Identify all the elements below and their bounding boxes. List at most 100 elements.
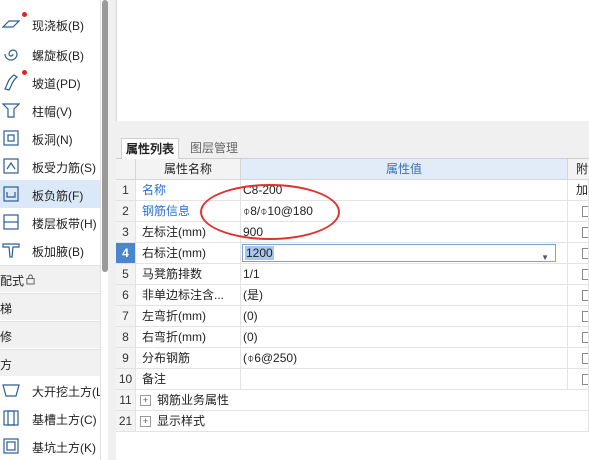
property-name: 备注 (136, 369, 241, 390)
attach-checkbox[interactable] (582, 206, 588, 217)
attach-cell (568, 306, 589, 327)
section-header-decoration[interactable]: 修 (0, 321, 100, 348)
table-row[interactable]: 2 钢筋信息 ⌽8/⌽10@180 (116, 201, 589, 222)
group-label: 显示样式 (157, 414, 206, 428)
chevron-down-icon[interactable]: ▼ (541, 248, 549, 263)
nav-item-slab-hole[interactable]: 板洞(N) (0, 124, 100, 152)
nav-item-slab-haunch[interactable]: 板加腋(B) (0, 236, 100, 264)
floor-slab-strip-icon (3, 214, 19, 230)
row-number: 7 (116, 306, 136, 327)
slab-hole-icon (3, 130, 19, 146)
table-row[interactable]: 10 备注 (116, 369, 589, 390)
editor-text[interactable]: 1200 (245, 246, 274, 260)
table-row[interactable]: 3 左标注(mm) 900 (116, 222, 589, 243)
section-label: 配式 (0, 274, 25, 288)
row-number: 4 (116, 243, 136, 264)
nav-item-label: 板负筋(F) (32, 189, 84, 203)
property-name: 分布钢筋 (136, 348, 241, 369)
table-row[interactable]: 8 右弯折(mm) (0) (116, 327, 589, 348)
nav-item-cast-slab[interactable]: 现浇板(B) (0, 10, 100, 38)
attach-checkbox[interactable] (582, 311, 588, 322)
attach-cell (568, 180, 589, 201)
row-number: 11 (116, 390, 136, 411)
table-row[interactable]: 1 名称 C8-200 (116, 180, 589, 201)
nav-item-column-cap[interactable]: 柱帽(V) (0, 96, 100, 124)
table-row[interactable]: 11 + 钢筋业务属性 (116, 390, 589, 411)
header-attach: 附加 (568, 159, 589, 197)
cast-slab-icon (2, 20, 20, 28)
header-row-number (116, 159, 136, 180)
property-tabs: 属性列表 图层管理 (116, 125, 589, 160)
attach-checkbox[interactable] (582, 374, 588, 385)
table-row[interactable]: 6 非单边标注含... (是) (116, 285, 589, 306)
nav-item-trench[interactable]: 基槽土方(C) (0, 404, 100, 432)
property-value[interactable]: (0) (241, 306, 568, 327)
attach-checkbox[interactable] (582, 332, 588, 343)
attach-checkbox[interactable] (582, 248, 588, 259)
spiral-slab-icon (4, 49, 18, 61)
value-editor[interactable]: 1200 ▼ (242, 244, 556, 262)
attach-cell (568, 327, 589, 348)
row-number: 6 (116, 285, 136, 306)
attach-cell (568, 348, 589, 369)
nav-item-label: 基槽土方(C) (32, 413, 97, 427)
property-value[interactable]: (是) (241, 285, 568, 306)
table-row[interactable]: 21 + 显示样式 (116, 411, 589, 432)
property-name: 右标注(mm) (136, 243, 241, 264)
attach-checkbox[interactable] (582, 227, 588, 238)
property-name: 非单边标注含... (136, 285, 241, 306)
table-row[interactable]: 7 左弯折(mm) (0) (116, 306, 589, 327)
section-header-earthwork[interactable]: 方 (0, 349, 100, 376)
nav-item-pit[interactable]: 基坑土方(K) (0, 432, 100, 460)
nav-item-label: 螺旋板(B) (32, 49, 84, 63)
trench-icon (3, 410, 19, 426)
property-name[interactable]: + 钢筋业务属性 (136, 390, 568, 411)
property-value[interactable]: (0) (241, 327, 568, 348)
row-number: 10 (116, 369, 136, 390)
tab-layers[interactable]: 图层管理 (186, 138, 242, 158)
table-row[interactable]: 5 马凳筋排数 1/1 (116, 264, 589, 285)
nav-item-slab-negative-rebar[interactable]: 板负筋(F) (0, 180, 100, 208)
row-number: 9 (116, 348, 136, 369)
section-header-prefab[interactable]: 配式 (0, 265, 100, 292)
nav-item-excavation[interactable]: 大开挖土方(L (0, 376, 103, 404)
section-label: 修 (0, 330, 13, 344)
property-value[interactable] (241, 369, 568, 390)
nav-item-label: 板受力筋(S) (32, 161, 96, 175)
attach-checkbox[interactable] (582, 353, 588, 364)
attach-cell (568, 285, 589, 306)
ramp-icon (4, 74, 19, 91)
attach-checkbox[interactable] (582, 269, 588, 280)
attach-cell (568, 222, 589, 243)
property-value[interactable]: 1/1 (241, 264, 568, 285)
nav-item-spiral-slab[interactable]: 螺旋板(B) (0, 40, 100, 68)
property-name: 右弯折(mm) (136, 327, 241, 348)
nav-item-floor-slab-strip[interactable]: 楼层板带(H) (0, 208, 100, 236)
property-value[interactable]: (⌽6@250) (241, 348, 568, 369)
row-number: 21 (116, 411, 136, 432)
excavation-icon (2, 384, 20, 397)
nav-item-slab-stress-rebar[interactable]: 板受力筋(S) (0, 152, 100, 180)
attach-cell (568, 264, 589, 285)
table-row[interactable]: 4 右标注(mm) 1200 ▼ (116, 243, 589, 264)
section-header-stairs[interactable]: 梯 (0, 293, 100, 320)
plus-icon[interactable]: + (140, 416, 151, 428)
attach-cell (568, 390, 589, 411)
component-nav: 现浇板(B) 螺旋板(B) 坡道(PD) 柱帽(V) 板洞(N) 板受力筋(S)… (0, 0, 103, 460)
nav-item-label: 楼层板带(H) (32, 217, 97, 231)
attach-cell (568, 369, 589, 390)
row-number: 2 (116, 201, 136, 222)
plus-icon[interactable]: + (140, 395, 151, 407)
attach-checkbox[interactable] (582, 290, 588, 301)
property-name[interactable]: + 显示样式 (136, 411, 568, 432)
property-value[interactable]: 1200 ▼ (241, 243, 568, 264)
attach-cell (568, 243, 589, 264)
nav-item-label: 大开挖土方(L (32, 385, 103, 399)
update-dot (22, 12, 27, 17)
nav-item-label: 柱帽(V) (32, 105, 72, 119)
tab-properties[interactable]: 属性列表 (121, 138, 180, 160)
lock-icon (26, 274, 35, 285)
nav-item-ramp[interactable]: 坡道(PD) (0, 68, 100, 96)
table-row[interactable]: 9 分布钢筋 (⌽6@250) (116, 348, 589, 369)
drawing-canvas[interactable] (116, 0, 589, 122)
